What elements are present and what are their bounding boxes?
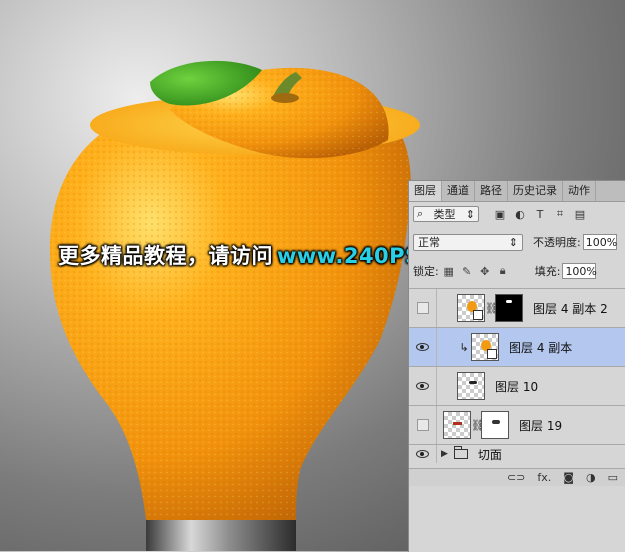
opacity-label: 不透明度: xyxy=(533,236,581,249)
hidden-box-icon xyxy=(416,302,429,314)
tab-paths[interactable]: 路径 xyxy=(475,181,508,201)
layer-name[interactable]: 图层 4 副本 2 xyxy=(533,300,608,317)
adjustment-icon[interactable]: ◑ xyxy=(586,471,596,484)
layer-row[interactable]: 图层 10 xyxy=(409,366,625,405)
layer-thumbnail xyxy=(457,294,485,322)
blend-mode-value: 正常 xyxy=(418,236,440,249)
stepper-icon: ⇕ xyxy=(465,207,475,221)
search-icon: ⌕ xyxy=(417,207,424,220)
expand-triangle-icon[interactable]: ▶ xyxy=(441,449,448,459)
eye-icon xyxy=(416,343,429,351)
layer-mask-thumbnail[interactable] xyxy=(495,294,523,322)
lock-row: 锁定: ▦ ✎ ✥ 🔒︎ 填充: 100% xyxy=(413,262,625,280)
lock-all-icon[interactable]: 🔒︎ xyxy=(497,264,509,277)
layer-thumbnail xyxy=(471,333,499,361)
group-name[interactable]: 切面 xyxy=(478,446,502,463)
lock-image-icon[interactable]: ✎ xyxy=(461,265,473,278)
fx-icon[interactable]: fx. xyxy=(537,471,551,484)
smart-object-filter-icon[interactable]: ▤ xyxy=(573,207,587,221)
eye-icon xyxy=(416,382,429,390)
kind-filter-label: 类型 xyxy=(433,208,456,221)
fill-input[interactable]: 100% xyxy=(562,263,597,279)
type-filter-icon[interactable]: T xyxy=(533,207,547,221)
smart-object-icon xyxy=(473,310,483,320)
layer-name[interactable]: 图层 10 xyxy=(495,378,538,395)
blend-mode-select[interactable]: 正常 ⇕ xyxy=(413,233,523,251)
layer-thumbnail xyxy=(457,372,485,400)
layers-panel: 图层 通道 路径 历史记录 动作 ⌕ 类型 ⇕ ▣ ◐ T ⌗ ▤ 正常 ⇕ 不… xyxy=(408,180,625,552)
eye-icon xyxy=(416,450,429,458)
blend-row: 正常 ⇕ 不透明度: 100% xyxy=(413,233,625,251)
tab-layers[interactable]: 图层 xyxy=(409,181,442,201)
lock-position-icon[interactable]: ✥ xyxy=(479,265,491,278)
layer-name[interactable]: 图层 4 副本 xyxy=(509,339,572,356)
panel-bottom-bar: ⊂⊃ fx. ◙ ◑ ▭ xyxy=(409,468,625,486)
layer-row[interactable]: ⛓ 图层 4 副本 2 xyxy=(409,288,625,327)
opacity-input[interactable]: 100% xyxy=(582,234,617,250)
layer-name[interactable]: 图层 19 xyxy=(519,417,562,434)
clipping-arrow-icon: ↳ xyxy=(459,340,469,354)
visibility-toggle[interactable] xyxy=(409,367,437,405)
tab-history[interactable]: 历史记录 xyxy=(508,181,563,201)
hidden-box-icon xyxy=(416,419,429,431)
layer-group-row[interactable]: ▶ 切面 xyxy=(409,444,625,463)
panel-tabs: 图层 通道 路径 历史记录 动作 xyxy=(409,181,625,202)
image-filter-icon[interactable]: ▣ xyxy=(493,207,507,221)
chain-link-icon[interactable]: ⛓ xyxy=(471,419,485,432)
adjustment-filter-icon[interactable]: ◐ xyxy=(513,207,527,221)
stepper-icon: ⇕ xyxy=(508,235,518,249)
folder-icon[interactable]: ▭ xyxy=(608,471,618,484)
tab-channels[interactable]: 通道 xyxy=(442,181,475,201)
mask-icon[interactable]: ◙ xyxy=(563,471,574,484)
kind-filter-select[interactable]: ⌕ 类型 ⇕ xyxy=(413,206,479,222)
layer-row[interactable]: ↳ 图层 4 副本 xyxy=(409,327,625,366)
lock-transparent-icon[interactable]: ▦ xyxy=(443,265,455,278)
folder-icon xyxy=(453,446,468,459)
layer-mask-thumbnail[interactable] xyxy=(481,411,509,439)
chain-link-icon[interactable]: ⛓ xyxy=(485,302,499,315)
smart-object-icon xyxy=(487,349,497,359)
watermark-text: 更多精品教程，请访问 xyxy=(58,244,273,268)
shape-filter-icon[interactable]: ⌗ xyxy=(553,207,567,221)
visibility-toggle[interactable] xyxy=(409,289,437,327)
link-icon[interactable]: ⊂⊃ xyxy=(507,471,525,484)
layer-list: ⛓ 图层 4 副本 2 ↳ 图层 4 副本 图层 10 ⛓ 图层 19 ▶ 切面 xyxy=(409,288,625,463)
filter-row: ⌕ 类型 ⇕ ▣ ◐ T ⌗ ▤ xyxy=(413,205,622,223)
visibility-toggle[interactable] xyxy=(409,445,437,463)
lock-label: 锁定: xyxy=(413,265,439,278)
layer-thumbnail xyxy=(443,411,471,439)
layer-row[interactable]: ⛓ 图层 19 xyxy=(409,405,625,444)
visibility-toggle[interactable] xyxy=(409,406,437,444)
fill-label: 填充: xyxy=(534,265,561,278)
tab-actions[interactable]: 动作 xyxy=(563,181,596,201)
visibility-toggle[interactable] xyxy=(409,328,437,366)
